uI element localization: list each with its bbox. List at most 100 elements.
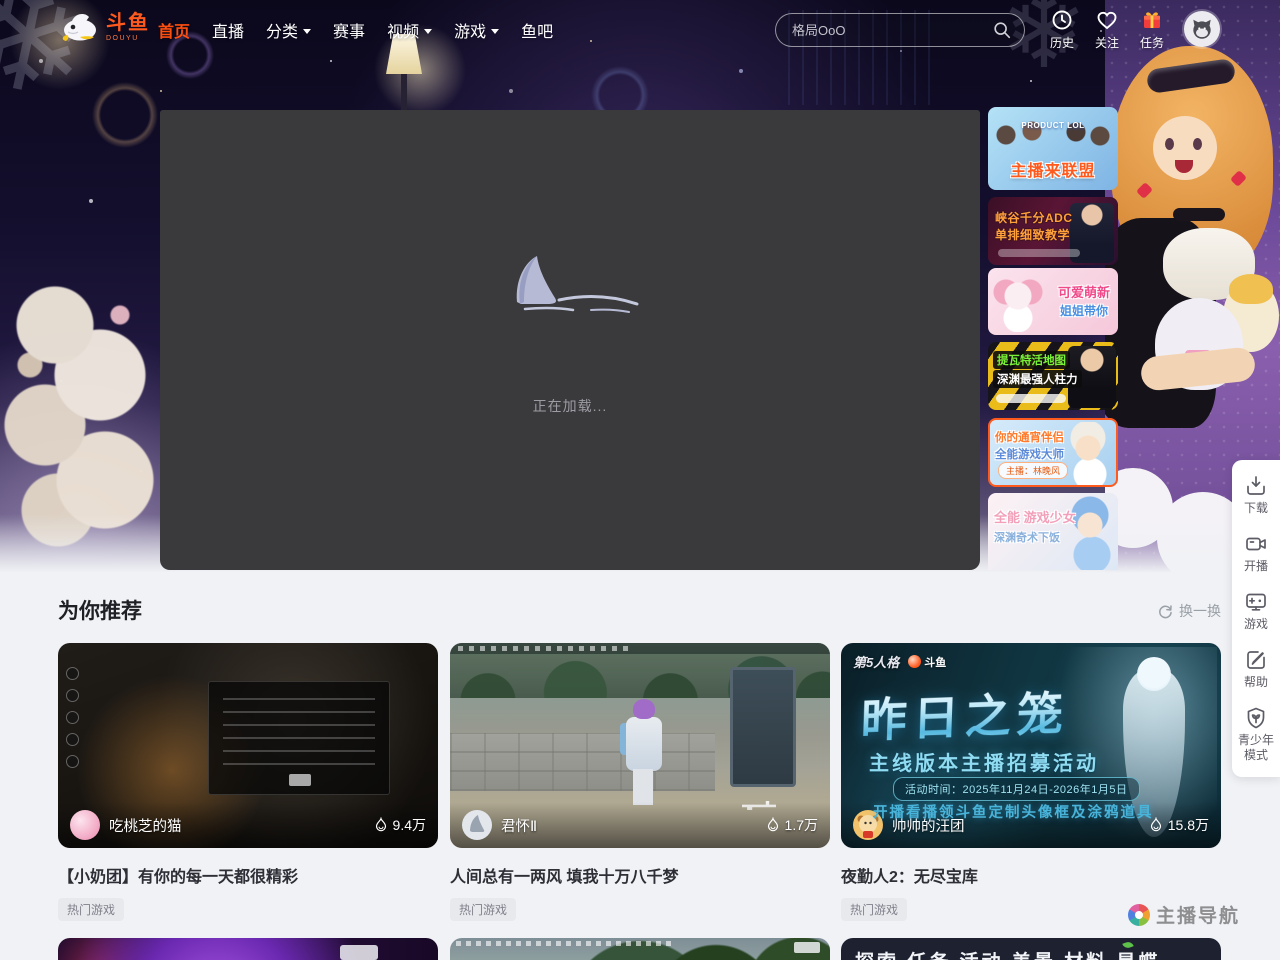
user-avatar[interactable] <box>1184 11 1220 47</box>
banner-caption-bar <box>996 394 1066 403</box>
side-banner-teyvat[interactable]: 提瓦特活地图 深渊最强人柱力 <box>988 342 1118 410</box>
banner-title: 主播来联盟 <box>988 157 1118 181</box>
stream-thumbnail-partial[interactable] <box>450 938 830 960</box>
streamer-nav-watermark: 主播导航 <box>1128 901 1240 928</box>
stream-title[interactable]: 夜勤人2：无尽宝库 <box>841 863 1221 887</box>
viewer-count: 9.4万 <box>374 815 426 835</box>
logo-text: 斗鱼 DOUYU <box>106 13 150 42</box>
side-banner-lol[interactable]: PRODUCT LOL 主播来联盟 <box>988 107 1118 190</box>
promo-title: 昨日之笼 <box>860 677 1070 750</box>
help-button[interactable]: 帮助 <box>1233 648 1279 690</box>
floating-toolbar: 下载 开播 游戏 帮助 青少年模式 <box>1232 460 1280 777</box>
character-head-art <box>633 699 655 719</box>
game-ui-panel <box>208 681 390 795</box>
nav-item-categories[interactable]: 分类 <box>266 18 311 42</box>
stream-card: 君怀Ⅱ 1.7万 人间总有一两风 填我十万八千梦 热门游戏 <box>450 643 830 921</box>
game-hud-bar <box>456 941 671 946</box>
viewer-count: 15.8万 <box>1149 815 1209 835</box>
banner-badge: PRODUCT LOL <box>988 121 1118 130</box>
side-banner-game-girl[interactable]: 全能 游戏少女 深渊奇术下饭 <box>988 493 1118 570</box>
side-banner-companion-active[interactable]: 你的通宵伴侣 全能游戏大师 主播：林晚风 <box>988 418 1118 487</box>
pencil-edit-icon <box>1244 648 1268 672</box>
follow-button[interactable]: 关注 <box>1089 8 1125 51</box>
stream-thumbnail[interactable]: 君怀Ⅱ 1.7万 <box>450 643 830 848</box>
shark-mascot-icon <box>58 9 102 45</box>
live-player[interactable]: 正在加载... <box>160 110 980 570</box>
stream-title[interactable]: 【小奶团】有你的每一天都很精彩 <box>58 863 438 887</box>
streamer-avatar <box>70 810 100 840</box>
search-bar <box>775 13 1025 47</box>
nav-item-home[interactable]: 首页 <box>158 18 190 42</box>
character-legs-art <box>633 769 653 805</box>
category-tag[interactable]: 热门游戏 <box>58 898 124 921</box>
heart-icon <box>1095 8 1119 32</box>
nav-item-yuba[interactable]: 鱼吧 <box>521 18 553 42</box>
game-ui-icons <box>66 667 79 768</box>
top-navigation-bar: 斗鱼 DOUYU 首页 直播 分类 赛事 视频 游戏 鱼吧 历史 <box>0 0 1280 60</box>
download-button[interactable]: 下载 <box>1233 474 1279 516</box>
character-art <box>626 717 662 771</box>
game-hud-bar <box>450 643 830 654</box>
game-logo: 第5人格 <box>853 652 899 671</box>
nav-item-esports[interactable]: 赛事 <box>333 18 365 42</box>
banner-streamer-tag: 主播：林晚风 <box>998 462 1068 479</box>
banner-subtitle: 深渊奇术下饭 <box>994 529 1060 545</box>
stream-info-overlay: 君怀Ⅱ 1.7万 <box>450 802 830 848</box>
history-button[interactable]: 历史 <box>1044 8 1080 51</box>
category-tag[interactable]: 热门游戏 <box>841 898 907 921</box>
refresh-icon <box>1158 604 1173 619</box>
nav-item-live[interactable]: 直播 <box>212 18 244 42</box>
stream-thumbnail[interactable]: 吃桃芝的猫 9.4万 <box>58 643 438 848</box>
banner-title: 全能 游戏少女 <box>994 507 1076 526</box>
logo-caption: DOUYU <box>106 35 150 42</box>
streamer-name: 君怀Ⅱ <box>501 815 537 836</box>
nav-item-video[interactable]: 视频 <box>387 18 432 42</box>
stream-title[interactable]: 人间总有一两风 填我十万八千梦 <box>450 863 830 887</box>
search-input[interactable] <box>776 14 992 46</box>
start-broadcast-button[interactable]: 开播 <box>1233 532 1279 574</box>
stream-info-overlay: 吃桃芝的猫 9.4万 <box>58 802 438 848</box>
flame-icon <box>374 817 388 833</box>
side-banner-newbie[interactable]: 可爱萌新 姐姐带你 <box>988 268 1118 335</box>
stream-thumbnail-partial[interactable] <box>58 938 438 960</box>
stream-thumbnail[interactable]: 第5人格 斗鱼 昨日之笼 主线版本主播招募活动 活动时间：2025年11月24日… <box>841 643 1221 848</box>
stream-thumbnail-partial[interactable]: 探索 任务 活动 美景 材料 星蝶 <box>841 938 1221 960</box>
banner-anime-girl-art <box>990 272 1046 332</box>
teen-mode-button[interactable]: 青少年模式 <box>1233 706 1279 763</box>
player-loading-text: 正在加载... <box>533 396 608 416</box>
chevron-down-icon <box>303 29 311 34</box>
shark-avatar-icon <box>462 810 492 840</box>
camera-icon <box>1244 532 1268 556</box>
fish-icon <box>908 655 921 668</box>
bulletin-board-art <box>730 667 796 787</box>
logo-wordmark: 斗鱼 <box>106 13 150 33</box>
banner-subtitle: 深渊最强人柱力 <box>993 370 1082 388</box>
wall-art <box>450 733 715 791</box>
stream-card: 吃桃芝的猫 9.4万 【小奶团】有你的每一天都很精彩 热门游戏 <box>58 643 438 921</box>
category-tag[interactable]: 热门游戏 <box>450 898 516 921</box>
douyu-logo[interactable]: 斗鱼 DOUYU <box>58 9 150 45</box>
douyu-mini-logo: 斗鱼 <box>908 654 946 670</box>
viewer-count: 1.7万 <box>766 815 818 835</box>
stream-card: 第5人格 斗鱼 昨日之笼 主线版本主播招募活动 活动时间：2025年11月24日… <box>841 643 1221 921</box>
download-icon <box>1244 474 1268 498</box>
side-banner-adc[interactable]: 峡谷千分ADC 单排细致教学 <box>988 197 1118 265</box>
game-monitor-icon <box>1244 590 1268 614</box>
hud-chip <box>794 942 820 953</box>
game-menu-text: 探索 任务 活动 美景 材料 星蝶 <box>855 947 1160 960</box>
banner-anime-boy-art <box>1060 422 1116 486</box>
banner-subtitle: 全能游戏大师 <box>995 446 1064 462</box>
shark-fin-loader-icon <box>495 252 645 316</box>
search-icon[interactable] <box>992 20 1012 40</box>
promo-subtitle: 主线版本主播招募活动 <box>869 747 1099 776</box>
banner-subtitle: 单排细致教学 <box>995 226 1070 243</box>
teen-shield-icon <box>1244 706 1268 730</box>
nav-item-games[interactable]: 游戏 <box>454 18 499 42</box>
promo-time-range: 活动时间：2025年11月24日-2026年1月5日 <box>893 777 1140 801</box>
street-lamp-pole <box>401 74 407 114</box>
pinwheel-icon <box>1128 904 1150 926</box>
refresh-recommendations-button[interactable]: 换一换 <box>1158 601 1221 621</box>
banner-caption-bar <box>998 249 1080 257</box>
task-button[interactable]: 任务 <box>1134 8 1170 51</box>
game-center-button[interactable]: 游戏 <box>1233 590 1279 632</box>
